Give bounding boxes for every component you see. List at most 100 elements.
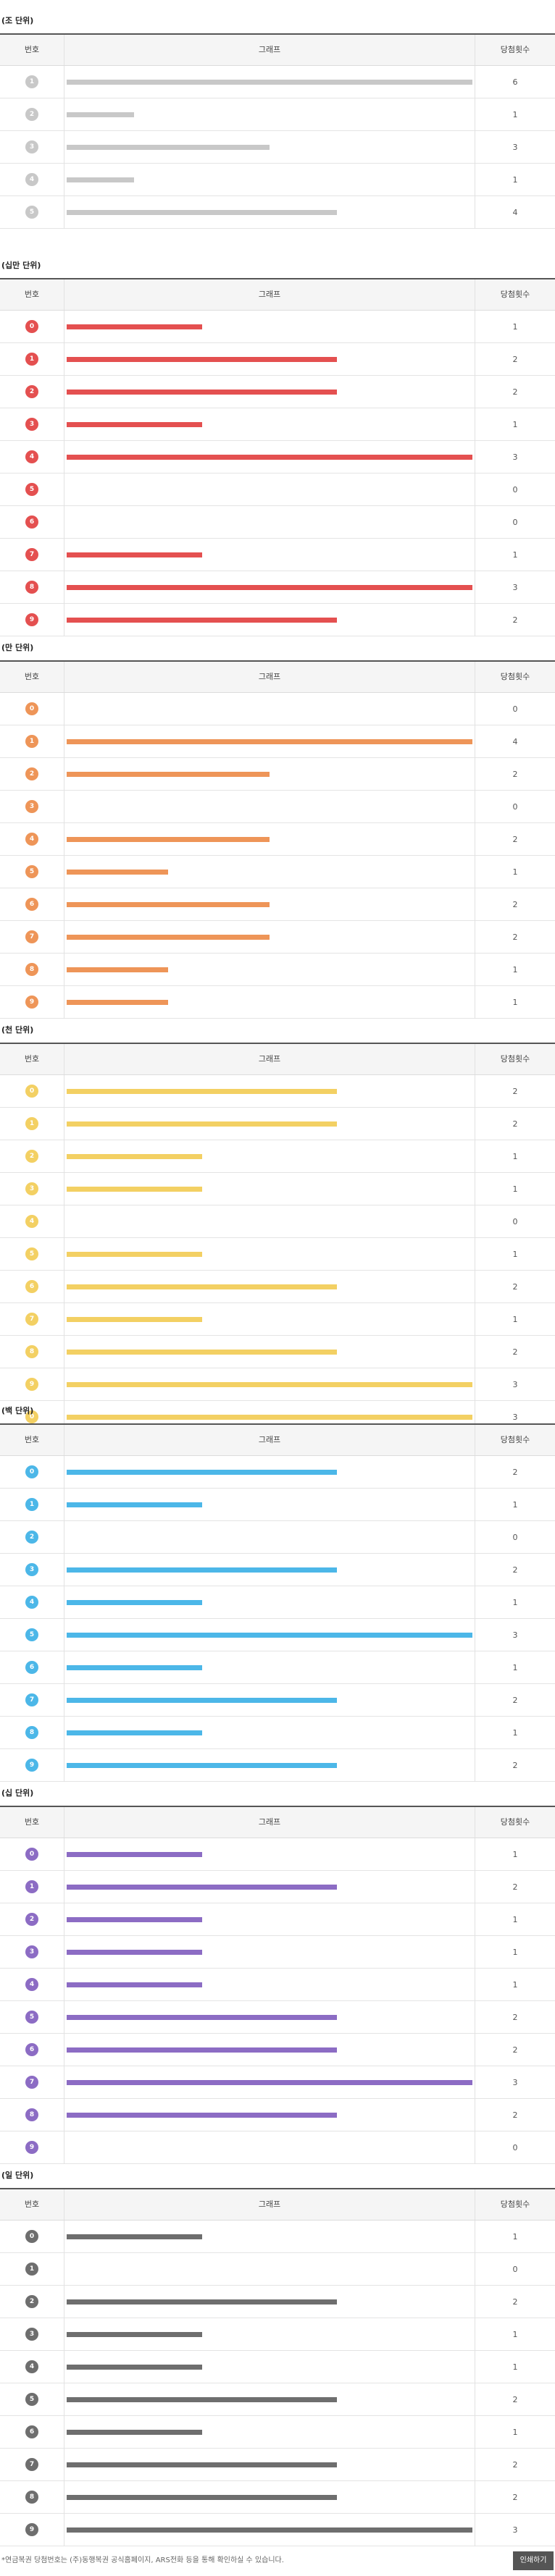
bar <box>67 210 337 215</box>
count-cell: 1 <box>512 1598 518 1607</box>
number-cell: 4 <box>0 2351 64 2383</box>
bar <box>67 112 134 117</box>
number-cell: 2 <box>0 1521 64 1554</box>
graph-cell <box>64 2099 475 2131</box>
header-number: 번호 <box>24 1435 40 1444</box>
bar <box>67 357 337 362</box>
number-cell: 0 <box>0 2221 64 2253</box>
number-ball: 7 <box>25 930 38 943</box>
table-row: 62 <box>0 888 555 921</box>
graph-cell <box>64 1368 475 1401</box>
number-cell: 5 <box>0 1619 64 1651</box>
graph-cell <box>64 1717 475 1749</box>
header-number: 번호 <box>24 672 40 681</box>
count-cell: 1 <box>512 2330 518 2339</box>
bar <box>67 2365 202 2370</box>
table-row: 54 <box>0 196 555 229</box>
bar <box>67 2047 337 2053</box>
count-cell: 2 <box>512 1565 518 1575</box>
bar-track <box>67 1000 472 1005</box>
bar <box>67 1154 202 1159</box>
number-ball: 8 <box>25 2108 38 2121</box>
table-row: 41 <box>0 1586 555 1619</box>
bar <box>67 1982 202 1987</box>
table-row: 01 <box>0 1838 555 1871</box>
count-cell: 0 <box>512 802 518 812</box>
bar-track <box>67 1730 472 1735</box>
print-button[interactable]: 인쇄하기 <box>513 2551 554 2570</box>
number-ball: 3 <box>25 418 38 431</box>
table-row: 12 <box>0 1108 555 1140</box>
number-cell: 1 <box>0 1871 64 1903</box>
graph-cell <box>64 1903 475 1936</box>
number-ball: 6 <box>25 1661 38 1674</box>
bar-track <box>67 1698 472 1703</box>
header-number: 번호 <box>24 45 40 54</box>
table-row: 61 <box>0 1651 555 1684</box>
bar <box>67 2462 337 2467</box>
footnote: *연금복권 당첨번호는 (주)동행복권 공식홈페이지, ARS전화 등을 통해 … <box>1 2556 284 2564</box>
number-ball: 6 <box>25 515 38 529</box>
bar-track <box>67 870 472 875</box>
section-title: (천 단위) <box>1 1025 34 1035</box>
count-cell: 2 <box>512 2395 518 2404</box>
count-cell: 2 <box>512 900 518 909</box>
bar-track <box>67 967 472 972</box>
number-ball: 3 <box>25 1563 38 1576</box>
header-count: 당첨횟수 <box>500 672 530 681</box>
header-graph: 그래프 <box>64 1044 475 1074</box>
number-ball: 3 <box>25 1945 38 1958</box>
table-row: 41 <box>0 1969 555 2001</box>
count-cell: 1 <box>512 2362 518 2372</box>
count-cell: 1 <box>512 1152 518 1161</box>
number-cell: 4 <box>0 1205 64 1238</box>
number-cell: 3 <box>0 1936 64 1969</box>
bar-track <box>67 1885 472 1890</box>
stats-table: 번호 그래프 당첨횟수 0 2 1 2 2 1 3 1 4 0 5 1 6 2 7 1 8 2 9 3 0 3 <box>0 1043 555 1434</box>
number-cell: 6 <box>0 1271 64 1303</box>
table-row: 31 <box>0 408 555 441</box>
bar-track <box>67 1763 472 1768</box>
number-ball: 5 <box>25 865 38 878</box>
graph-cell <box>64 823 475 856</box>
bar-track <box>67 739 472 744</box>
number-ball: 0 <box>25 2230 38 2243</box>
count-cell: 2 <box>512 1696 518 1705</box>
number-cell: 4 <box>0 823 64 856</box>
bar-track <box>67 1219 472 1224</box>
graph-cell <box>64 1619 475 1651</box>
number-cell: 1 <box>0 66 64 98</box>
bar-track <box>67 1665 472 1670</box>
table-row: 32 <box>0 1554 555 1586</box>
number-cell: 9 <box>0 2514 64 2546</box>
table-row: 21 <box>0 98 555 131</box>
count-cell: 2 <box>512 2013 518 2022</box>
bar-track <box>67 1982 472 1987</box>
graph-cell <box>64 1586 475 1619</box>
number-cell: 6 <box>0 888 64 921</box>
bar <box>67 552 202 557</box>
graph-cell <box>64 2034 475 2066</box>
count-cell: 1 <box>512 2428 518 2437</box>
bar <box>67 1350 337 1355</box>
graph-cell <box>64 2001 475 2034</box>
section-title: (조 단위) <box>1 16 34 25</box>
number-ball: 0 <box>25 1085 38 1098</box>
graph-cell <box>64 856 475 888</box>
bar-track <box>67 2015 472 2020</box>
table-row: 81 <box>0 954 555 986</box>
bar <box>67 1470 337 1475</box>
number-cell: 9 <box>0 2131 64 2164</box>
graph-cell <box>64 1205 475 1238</box>
graph-cell <box>64 98 475 131</box>
number-ball: 4 <box>25 1978 38 1991</box>
table-row: 83 <box>0 571 555 604</box>
graph-cell <box>64 376 475 408</box>
number-cell: 6 <box>0 1651 64 1684</box>
bar-track <box>67 1252 472 1257</box>
table-row: 10 <box>0 2253 555 2286</box>
table-row: 72 <box>0 2449 555 2481</box>
count-cell: 1 <box>512 1315 518 1324</box>
graph-cell <box>64 2514 475 2546</box>
header-graph: 그래프 <box>64 1807 475 1838</box>
